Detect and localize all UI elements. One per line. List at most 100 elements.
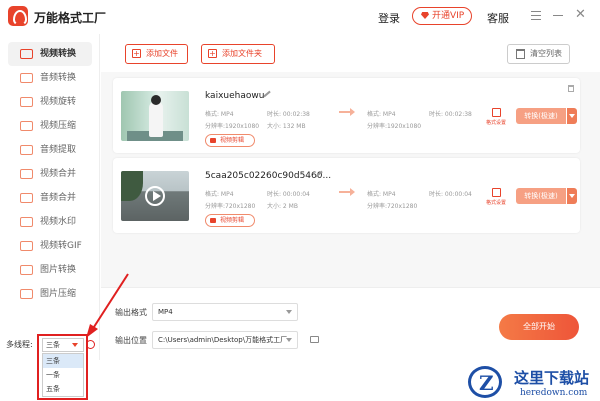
output-duration: 时长: 00:02:38 [429,111,472,118]
threads-select[interactable]: 三条 [42,338,84,352]
source-duration: 时长: 00:00:04 [267,191,310,198]
output-location-value: C:\Users\admin\Desktop\万能格式工厂 [158,336,288,344]
convert-arrow-icon [339,108,355,116]
sidebar-item-video-convert[interactable]: 视频转换 [8,42,92,66]
sidebar-item-label: 视频水印 [40,217,77,227]
sidebar-item-image-convert[interactable]: 图片转换 [8,258,92,282]
threads-option[interactable]: 一条 [43,368,83,382]
menu-icon[interactable] [531,11,541,20]
sidebar-item-label: 视频旋转 [40,97,77,107]
output-format: 格式: MP4 [367,191,396,198]
source-format: 格式: MP4 [205,191,234,198]
sidebar-item-image-compress[interactable]: 图片压缩 [8,282,92,306]
image-convert-icon [20,265,33,275]
file-name: kaixuehaowu [205,91,265,101]
clear-list-button[interactable]: 清空列表 [507,44,570,64]
watermark-url: heredown.com [520,388,588,398]
video-cut-button[interactable]: 视频剪辑 [205,134,255,147]
file-card: 5caa205c02260c90d5460... 格式: MP4 时长: 00:… [113,158,580,233]
convert-button[interactable]: 转换(极速) [516,108,566,124]
plus-icon: + [132,49,141,58]
sidebar-item-video-rotate[interactable]: 视频旋转 [8,90,92,114]
trash-icon [516,49,525,59]
vip-label: 开通VIP [432,11,465,21]
title-bar: 万能格式工厂 登录 开通VIP 客服 ✕ [0,0,600,34]
output-duration: 时长: 00:00:04 [429,191,472,198]
output-resolution: 分辨率:720x1280 [367,203,418,210]
play-icon[interactable] [145,186,165,206]
sidebar-item-label: 音频提取 [40,145,77,155]
add-folder-button[interactable]: + 添加文件夹 [201,44,275,64]
delete-icon[interactable] [568,85,574,92]
format-settings-label: 格式设置 [485,120,506,126]
sidebar-item-label: 音频转换 [40,73,77,83]
output-panel: 输出格式 MP4 输出位置 C:\Users\admin\Desktop\万能格… [101,287,600,360]
format-settings-label: 格式设置 [485,200,506,206]
start-all-button[interactable]: 全部开始 [499,314,579,340]
sidebar-item-label: 图片压缩 [40,289,77,299]
sidebar-item-video-watermark[interactable]: 视频水印 [8,210,92,234]
sidebar-item-video-compress[interactable]: 视频压缩 [8,114,92,138]
convert-dropdown-icon[interactable] [567,188,577,204]
source-size: 大小: 2 MB [267,203,298,210]
info-icon[interactable] [86,340,95,349]
close-icon[interactable]: ✕ [575,8,586,22]
convert-button[interactable]: 转换(极速) [516,188,566,204]
output-format-label: 输出格式 [115,308,147,317]
output-resolution: 分辨率:1920x1080 [367,123,422,130]
source-resolution: 分辨率:720x1280 [205,203,256,210]
rotate-icon [20,97,33,107]
source-duration: 时长: 00:02:38 [267,111,310,118]
compress-icon [20,121,33,131]
video-thumbnail[interactable] [121,91,189,141]
sidebar-item-audio-extract[interactable]: 音频提取 [8,138,92,162]
minimize-icon[interactable] [553,15,563,16]
sidebar-item-audio-merge[interactable]: 音频合并 [8,186,92,210]
add-folder-label: 添加文件夹 [222,49,262,58]
sidebar-item-label: 音频合并 [40,193,77,203]
customer-service-link[interactable]: 客服 [487,10,509,26]
output-format-select[interactable]: MP4 [152,303,298,321]
format-settings-button[interactable]: 格式设置 [483,108,509,126]
threads-dropdown-list: 三条 一条 五条 [42,353,84,397]
audio-merge-icon [20,193,33,203]
threads-selected-value: 三条 [46,341,60,349]
threads-option[interactable]: 五条 [43,382,83,396]
video-cut-button[interactable]: 视频剪辑 [205,214,255,227]
scissors-icon [210,218,216,223]
app-logo-icon [8,6,28,26]
threads-option[interactable]: 三条 [43,354,83,368]
convert-arrow-icon [339,188,355,196]
video-convert-icon [20,49,33,59]
sidebar: 视频转换 音频转换 视频旋转 视频压缩 音频提取 视频合并 音频合并 视频水印 … [0,34,100,360]
folder-icon[interactable] [310,336,319,343]
sidebar-item-video-merge[interactable]: 视频合并 [8,162,92,186]
convert-dropdown-icon[interactable] [567,108,577,124]
sidebar-item-label: 图片转换 [40,265,77,275]
vip-button[interactable]: 开通VIP [412,7,472,25]
output-location-select[interactable]: C:\Users\admin\Desktop\万能格式工厂 [152,331,298,349]
video-cut-label: 视频剪辑 [220,217,245,224]
clear-list-label: 清空列表 [530,49,562,58]
format-settings-button[interactable]: 格式设置 [483,188,509,206]
source-size: 大小: 132 MB [267,123,306,130]
plus-icon: + [208,49,217,58]
output-format-value: MP4 [158,308,173,316]
sidebar-item-label: 视频转GIF [40,241,82,251]
threads-label: 多线程: [6,340,33,349]
scissors-icon [210,138,216,143]
settings-doc-icon [491,188,501,197]
sidebar-item-video-to-gif[interactable]: 视频转GIF [8,234,92,258]
watermark-icon [20,217,33,227]
file-list: kaixuehaowu 格式: MP4 时长: 00:02:38 分辨率:192… [101,72,600,287]
video-cut-label: 视频剪辑 [220,137,245,144]
video-thumbnail[interactable] [121,171,189,221]
gif-icon [20,241,33,251]
login-link[interactable]: 登录 [378,10,400,26]
video-merge-icon [20,169,33,179]
watermark-text: 这里下载站 [514,369,590,387]
audio-convert-icon [20,73,33,83]
sidebar-item-audio-convert[interactable]: 音频转换 [8,66,92,90]
main-panel: + 添加文件 + 添加文件夹 清空列表 kaixuehaowu 格式: MP4 … [101,34,600,360]
add-file-button[interactable]: + 添加文件 [125,44,188,64]
